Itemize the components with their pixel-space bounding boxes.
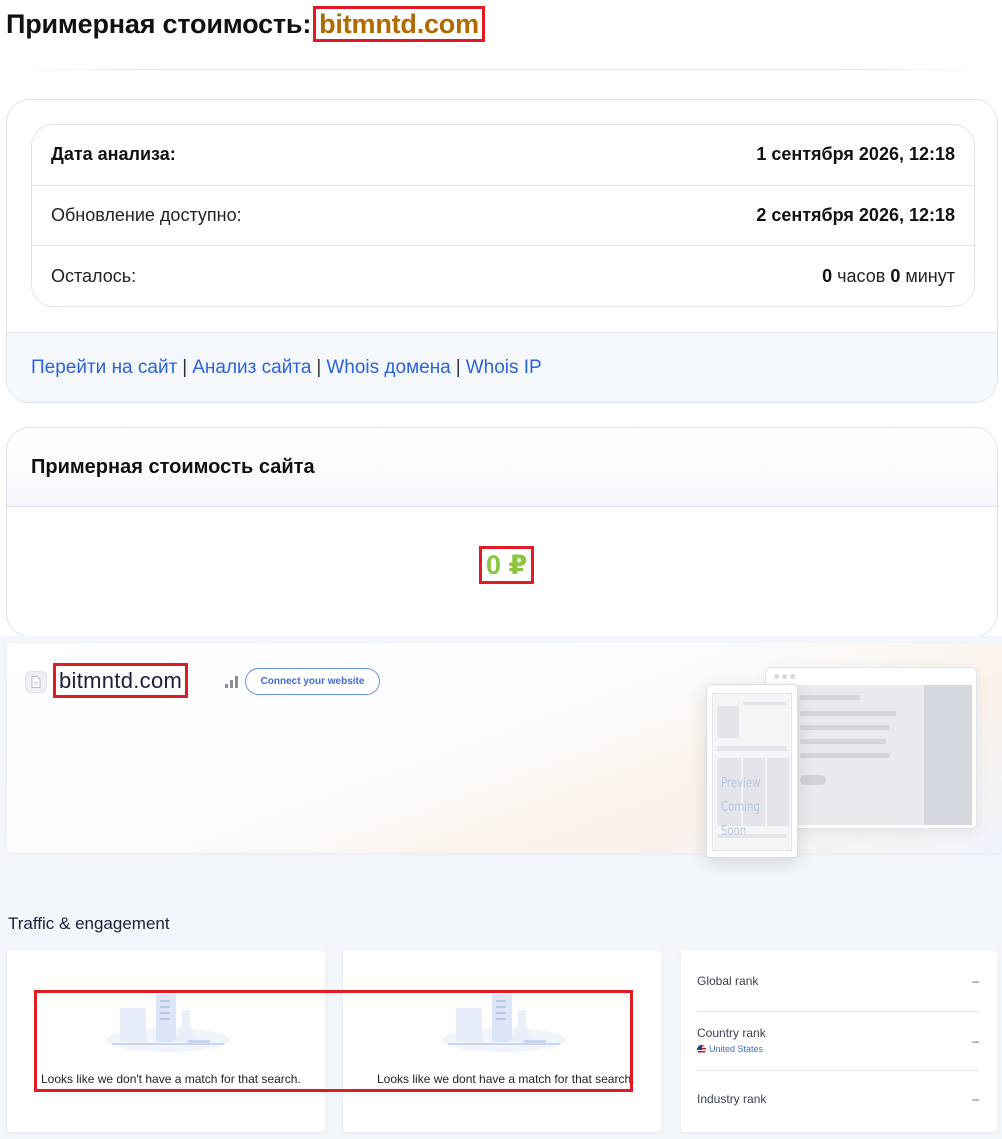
page-title: Примерная стоимость: bitmntd.com bbox=[6, 6, 485, 42]
site-links: Перейти на сайт | Анализ сайта | Whois д… bbox=[7, 332, 997, 402]
analysis-card: Дата анализа: 1 сентября 2026, 12:18 Обн… bbox=[6, 99, 998, 403]
update-available-row: Обновление доступно: 2 сентября 2026, 12… bbox=[32, 186, 974, 246]
rank-card: Global rank – Country rank United States… bbox=[681, 950, 997, 1132]
time-left-minutes-unit: минут bbox=[905, 265, 955, 286]
page-title-domain: bitmntd.com bbox=[313, 6, 485, 42]
industry-rank-label: Industry rank bbox=[697, 1092, 767, 1106]
country-rank-value: – bbox=[972, 1034, 979, 1048]
whois-ip-link[interactable]: Whois IP bbox=[466, 357, 542, 379]
time-left-hours-unit: часов bbox=[837, 265, 886, 286]
update-available-label: Обновление доступно: bbox=[51, 204, 242, 225]
no-match-highlight bbox=[34, 990, 633, 1092]
site-domain: bitmntd.com bbox=[53, 663, 189, 698]
traffic-title: Traffic & engagement bbox=[8, 914, 170, 933]
site-hero: bitmntd.com Connect your website bbox=[7, 643, 1002, 853]
rank-divider bbox=[697, 1011, 979, 1012]
link-separator: | bbox=[182, 356, 188, 378]
analysis-date-label: Дата анализа: bbox=[51, 144, 176, 165]
rank-divider bbox=[697, 1070, 979, 1071]
page-title-prefix: Примерная стоимость: bbox=[6, 8, 312, 39]
window-dots-icon bbox=[774, 674, 795, 679]
global-rank-row: Global rank – bbox=[697, 974, 979, 988]
mobile-preview-image: Preview Coming Soon bbox=[706, 684, 798, 858]
country-rank-value-row: – bbox=[697, 1034, 979, 1048]
go-to-site-link[interactable]: Перейти на сайт bbox=[31, 357, 177, 379]
time-left-label: Осталось: bbox=[51, 265, 137, 286]
industry-rank-value: – bbox=[972, 1092, 979, 1106]
global-rank-label: Global rank bbox=[697, 974, 759, 988]
connect-website-button[interactable]: Connect your website bbox=[245, 668, 380, 695]
site-analysis-link[interactable]: Анализ сайта bbox=[192, 357, 311, 379]
global-rank-value: – bbox=[972, 974, 979, 988]
time-left-minutes: 0 bbox=[890, 265, 901, 286]
document-icon bbox=[25, 671, 47, 693]
analysis-table: Дата анализа: 1 сентября 2026, 12:18 Обн… bbox=[31, 124, 975, 307]
link-separator: | bbox=[455, 356, 461, 378]
time-left-hours: 0 bbox=[822, 265, 833, 286]
estimate-title: Примерная стоимость сайта bbox=[7, 428, 997, 507]
analysis-date-value: 1 сентября 2026, 12:18 bbox=[756, 144, 955, 165]
industry-rank-row: Industry rank – bbox=[697, 1092, 979, 1106]
update-available-value: 2 сентября 2026, 12:18 bbox=[756, 204, 955, 225]
estimate-card: Примерная стоимость сайта 0 ₽ bbox=[6, 427, 998, 637]
estimated-price: 0 ₽ bbox=[479, 546, 535, 584]
analysis-date-row: Дата анализа: 1 сентября 2026, 12:18 bbox=[32, 125, 974, 186]
whois-domain-link[interactable]: Whois домена bbox=[326, 357, 450, 379]
bar-chart-icon bbox=[225, 676, 239, 688]
time-left-row: Осталось: 0 часов 0 минут bbox=[32, 246, 974, 306]
preview-coming-soon: Preview Coming Soon bbox=[721, 776, 761, 839]
link-separator: | bbox=[316, 356, 322, 378]
title-divider bbox=[10, 69, 990, 70]
time-left-value: 0 часов 0 минут bbox=[822, 266, 955, 287]
